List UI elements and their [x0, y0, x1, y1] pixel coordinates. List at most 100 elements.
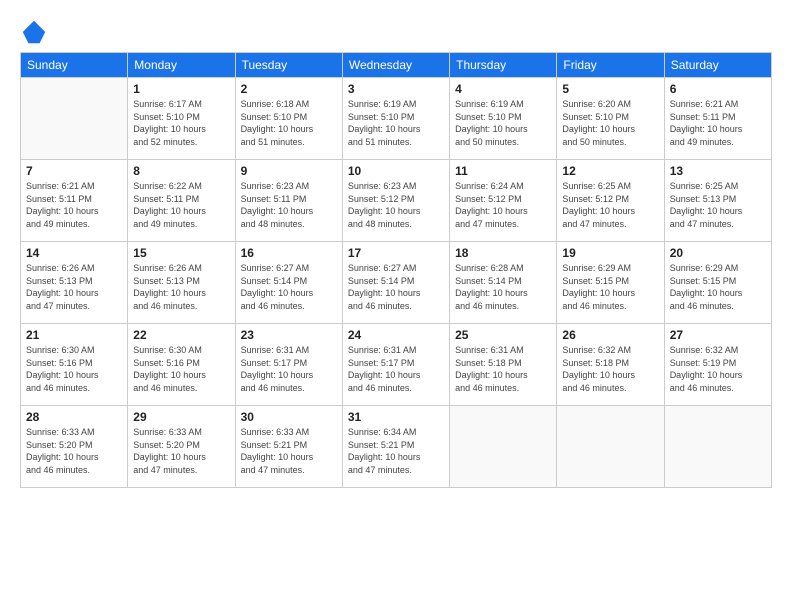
- calendar-cell: 7 Sunrise: 6:21 AM Sunset: 5:11 PM Daylig…: [21, 160, 128, 242]
- day-info: Sunrise: 6:21 AM Sunset: 5:11 PM Dayligh…: [26, 180, 122, 230]
- day-number: 12: [562, 164, 658, 178]
- day-info: Sunrise: 6:22 AM Sunset: 5:11 PM Dayligh…: [133, 180, 229, 230]
- day-number: 17: [348, 246, 444, 260]
- calendar-cell: 29 Sunrise: 6:33 AM Sunset: 5:20 PM Dayli…: [128, 406, 235, 488]
- calendar-cell: 15 Sunrise: 6:26 AM Sunset: 5:13 PM Dayli…: [128, 242, 235, 324]
- day-of-week-header: Tuesday: [235, 53, 342, 78]
- day-info: Sunrise: 6:31 AM Sunset: 5:18 PM Dayligh…: [455, 344, 551, 394]
- day-number: 16: [241, 246, 337, 260]
- day-of-week-header: Sunday: [21, 53, 128, 78]
- calendar-header: SundayMondayTuesdayWednesdayThursdayFrid…: [21, 53, 772, 78]
- calendar-cell: 3Sunrise: 6:19 AM Sunset: 5:10 PM Daylig…: [342, 78, 449, 160]
- calendar-cell: 28 Sunrise: 6:33 AM Sunset: 5:20 PM Dayli…: [21, 406, 128, 488]
- days-of-week-row: SundayMondayTuesdayWednesdayThursdayFrid…: [21, 53, 772, 78]
- day-info: Sunrise: 6:29 AM Sunset: 5:15 PM Dayligh…: [670, 262, 766, 312]
- calendar-cell: 4 Sunrise: 6:19 AM Sunset: 5:10 PM Daylig…: [450, 78, 557, 160]
- day-number: 31: [348, 410, 444, 424]
- day-info: Sunrise: 6:33 AM Sunset: 5:20 PM Dayligh…: [26, 426, 122, 476]
- day-number: 15: [133, 246, 229, 260]
- day-number: 26: [562, 328, 658, 342]
- calendar-cell: 2Sunrise: 6:18 AM Sunset: 5:10 PM Daylig…: [235, 78, 342, 160]
- day-number: 21: [26, 328, 122, 342]
- calendar-cell: 21 Sunrise: 6:30 AM Sunset: 5:16 PM Dayli…: [21, 324, 128, 406]
- day-info: Sunrise: 6:27 AM Sunset: 5:14 PM Dayligh…: [348, 262, 444, 312]
- day-number: 30: [241, 410, 337, 424]
- calendar-cell: 31 Sunrise: 6:34 AM Sunset: 5:21 PM Dayli…: [342, 406, 449, 488]
- day-info: Sunrise: 6:29 AM Sunset: 5:15 PM Dayligh…: [562, 262, 658, 312]
- day-number: 28: [26, 410, 122, 424]
- day-info: Sunrise: 6:19 AM Sunset: 5:10 PM Dayligh…: [455, 98, 551, 148]
- day-of-week-header: Wednesday: [342, 53, 449, 78]
- day-number: 18: [455, 246, 551, 260]
- day-number: 10: [348, 164, 444, 178]
- day-info: Sunrise: 6:32 AM Sunset: 5:18 PM Dayligh…: [562, 344, 658, 394]
- calendar-cell: 25Sunrise: 6:31 AM Sunset: 5:18 PM Dayli…: [450, 324, 557, 406]
- calendar-body: 1 Sunrise: 6:17 AM Sunset: 5:10 PM Daylig…: [21, 78, 772, 488]
- day-number: 7: [26, 164, 122, 178]
- day-info: Sunrise: 6:34 AM Sunset: 5:21 PM Dayligh…: [348, 426, 444, 476]
- day-info: Sunrise: 6:17 AM Sunset: 5:10 PM Dayligh…: [133, 98, 229, 148]
- day-number: 29: [133, 410, 229, 424]
- day-info: Sunrise: 6:32 AM Sunset: 5:19 PM Dayligh…: [670, 344, 766, 394]
- calendar-cell: 30 Sunrise: 6:33 AM Sunset: 5:21 PM Dayli…: [235, 406, 342, 488]
- day-info: Sunrise: 6:33 AM Sunset: 5:21 PM Dayligh…: [241, 426, 337, 476]
- calendar-cell: 16 Sunrise: 6:27 AM Sunset: 5:14 PM Dayli…: [235, 242, 342, 324]
- day-of-week-header: Saturday: [664, 53, 771, 78]
- calendar-cell: 27 Sunrise: 6:32 AM Sunset: 5:19 PM Dayli…: [664, 324, 771, 406]
- calendar-cell: 5 Sunrise: 6:20 AM Sunset: 5:10 PM Daylig…: [557, 78, 664, 160]
- day-of-week-header: Monday: [128, 53, 235, 78]
- day-number: 14: [26, 246, 122, 260]
- calendar-cell: [450, 406, 557, 488]
- calendar-cell: 19 Sunrise: 6:29 AM Sunset: 5:15 PM Dayli…: [557, 242, 664, 324]
- calendar-cell: 10 Sunrise: 6:23 AM Sunset: 5:12 PM Dayli…: [342, 160, 449, 242]
- calendar-cell: 8 Sunrise: 6:22 AM Sunset: 5:11 PM Daylig…: [128, 160, 235, 242]
- day-info: Sunrise: 6:26 AM Sunset: 5:13 PM Dayligh…: [26, 262, 122, 312]
- page: SundayMondayTuesdayWednesdayThursdayFrid…: [0, 0, 792, 612]
- calendar-table: SundayMondayTuesdayWednesdayThursdayFrid…: [20, 52, 772, 488]
- calendar-cell: 17 Sunrise: 6:27 AM Sunset: 5:14 PM Dayli…: [342, 242, 449, 324]
- day-info: Sunrise: 6:26 AM Sunset: 5:13 PM Dayligh…: [133, 262, 229, 312]
- day-info: Sunrise: 6:19 AM Sunset: 5:10 PM Dayligh…: [348, 98, 444, 148]
- day-number: 24: [348, 328, 444, 342]
- day-info: Sunrise: 6:30 AM Sunset: 5:16 PM Dayligh…: [133, 344, 229, 394]
- day-info: Sunrise: 6:25 AM Sunset: 5:13 PM Dayligh…: [670, 180, 766, 230]
- calendar-cell: 22 Sunrise: 6:30 AM Sunset: 5:16 PM Dayli…: [128, 324, 235, 406]
- day-number: 13: [670, 164, 766, 178]
- calendar-cell: 23Sunrise: 6:31 AM Sunset: 5:17 PM Dayli…: [235, 324, 342, 406]
- calendar-cell: 20Sunrise: 6:29 AM Sunset: 5:15 PM Dayli…: [664, 242, 771, 324]
- calendar-cell: [557, 406, 664, 488]
- calendar-week-row: 21 Sunrise: 6:30 AM Sunset: 5:16 PM Dayli…: [21, 324, 772, 406]
- day-number: 22: [133, 328, 229, 342]
- day-number: 2: [241, 82, 337, 96]
- day-info: Sunrise: 6:27 AM Sunset: 5:14 PM Dayligh…: [241, 262, 337, 312]
- calendar-cell: 13 Sunrise: 6:25 AM Sunset: 5:13 PM Dayli…: [664, 160, 771, 242]
- day-info: Sunrise: 6:23 AM Sunset: 5:11 PM Dayligh…: [241, 180, 337, 230]
- day-number: 6: [670, 82, 766, 96]
- day-info: Sunrise: 6:28 AM Sunset: 5:14 PM Dayligh…: [455, 262, 551, 312]
- calendar-cell: 1 Sunrise: 6:17 AM Sunset: 5:10 PM Daylig…: [128, 78, 235, 160]
- calendar-week-row: 28 Sunrise: 6:33 AM Sunset: 5:20 PM Dayli…: [21, 406, 772, 488]
- day-info: Sunrise: 6:20 AM Sunset: 5:10 PM Dayligh…: [562, 98, 658, 148]
- logo-icon: [20, 18, 48, 46]
- calendar-cell: 6 Sunrise: 6:21 AM Sunset: 5:11 PM Daylig…: [664, 78, 771, 160]
- day-number: 4: [455, 82, 551, 96]
- logo: [20, 18, 52, 46]
- day-info: Sunrise: 6:25 AM Sunset: 5:12 PM Dayligh…: [562, 180, 658, 230]
- day-info: Sunrise: 6:21 AM Sunset: 5:11 PM Dayligh…: [670, 98, 766, 148]
- day-info: Sunrise: 6:33 AM Sunset: 5:20 PM Dayligh…: [133, 426, 229, 476]
- calendar-cell: 18 Sunrise: 6:28 AM Sunset: 5:14 PM Dayli…: [450, 242, 557, 324]
- day-number: 8: [133, 164, 229, 178]
- calendar-cell: [664, 406, 771, 488]
- day-number: 1: [133, 82, 229, 96]
- day-number: 5: [562, 82, 658, 96]
- day-of-week-header: Friday: [557, 53, 664, 78]
- calendar-cell: 26 Sunrise: 6:32 AM Sunset: 5:18 PM Dayli…: [557, 324, 664, 406]
- day-number: 19: [562, 246, 658, 260]
- day-number: 27: [670, 328, 766, 342]
- day-info: Sunrise: 6:31 AM Sunset: 5:17 PM Dayligh…: [348, 344, 444, 394]
- day-info: Sunrise: 6:23 AM Sunset: 5:12 PM Dayligh…: [348, 180, 444, 230]
- day-info: Sunrise: 6:30 AM Sunset: 5:16 PM Dayligh…: [26, 344, 122, 394]
- calendar-cell: 9Sunrise: 6:23 AM Sunset: 5:11 PM Daylig…: [235, 160, 342, 242]
- calendar-week-row: 1 Sunrise: 6:17 AM Sunset: 5:10 PM Daylig…: [21, 78, 772, 160]
- day-number: 23: [241, 328, 337, 342]
